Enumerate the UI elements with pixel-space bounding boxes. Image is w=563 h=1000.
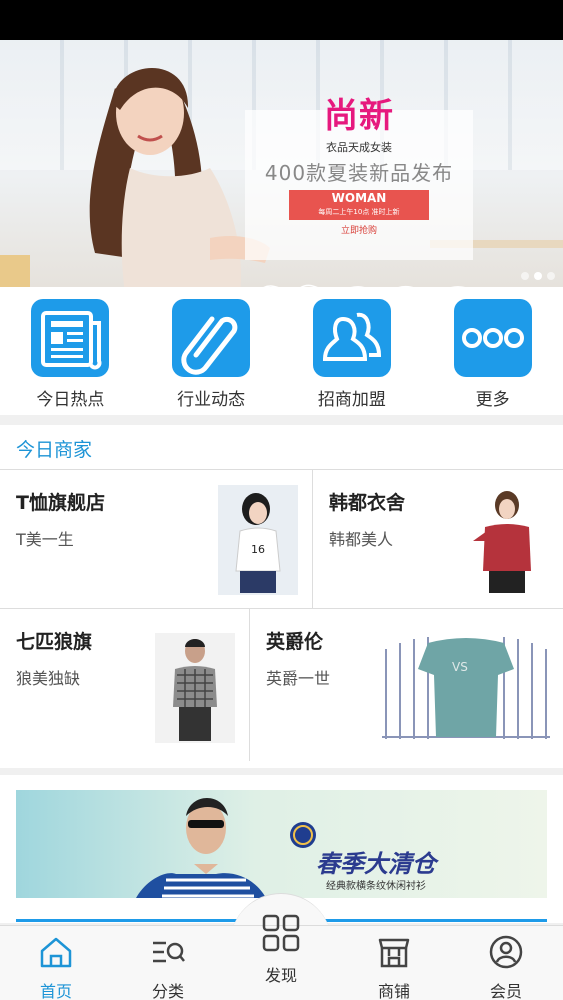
tab-label: 分类 [151, 982, 184, 1000]
promo-card: 尚新 衣品天成女装 400款夏装新品发布 WOMAN 每周二上午10点 准时上新… [245, 96, 473, 260]
promo-logo: 尚新 [324, 96, 394, 136]
quick-nav-label: 招商加盟 [317, 390, 386, 410]
tab-home[interactable]: 首页 [11, 926, 101, 1000]
merchant-card[interactable]: 英爵伦 英爵一世 VS [250, 609, 563, 761]
status-bar [0, 0, 563, 40]
promo-ad-image: 春季大清仓 经典款横条纹休闲衬衫 [16, 790, 547, 898]
tab-category[interactable]: 分类 [123, 926, 213, 1000]
home-icon [40, 937, 72, 968]
quick-nav-franchise[interactable]: 招商加盟 [282, 287, 423, 415]
more-dots-icon [453, 299, 532, 377]
banner-model-image [89, 68, 270, 287]
merchant-slogan: T美一生 [16, 530, 74, 549]
ad-subtitle: 经典款横条纹休闲衬衫 [326, 881, 426, 892]
promo-headline: 400款夏装新品发布 [264, 161, 454, 185]
merchant-image: VS [382, 629, 550, 744]
user-icon [489, 935, 523, 969]
tab-shop[interactable]: 商铺 [349, 926, 439, 1000]
carousel-dot[interactable] [521, 272, 529, 280]
merchant-name: 英爵伦 [266, 631, 324, 653]
category-search-icon [153, 941, 185, 963]
promo-badge-title: WOMAN [331, 191, 387, 205]
newspaper-icon [31, 299, 110, 377]
merchant-image [155, 633, 235, 743]
carousel-dot[interactable] [547, 272, 555, 280]
svg-text:16: 16 [251, 543, 265, 556]
merchant-slogan: 英爵一世 [266, 669, 331, 688]
banner-script-decoration [263, 284, 466, 287]
tab-discover[interactable]: 发现 [236, 898, 326, 986]
merchant-card[interactable]: T恤旗舰店 T美一生 16 [0, 470, 312, 608]
merchant-slogan: 狼美独缺 [16, 669, 81, 688]
merchants-section: 今日商家 T恤旗舰店 T美一生 16 韩都衣舍 韩都美人 七匹狼旗 狼美独缺 英… [0, 425, 563, 768]
ad-title: 春季大清仓 [316, 850, 436, 878]
carousel-dot-active[interactable] [534, 272, 542, 280]
quick-nav-label: 行业动态 [177, 390, 246, 410]
merchant-name: 韩都衣舍 [329, 492, 406, 514]
svg-text:VS: VS [452, 660, 468, 674]
merchant-card[interactable]: 七匹狼旗 狼美独缺 [0, 609, 249, 761]
quick-nav-industry-news[interactable]: 行业动态 [141, 287, 282, 415]
section-title: 今日商家 [16, 439, 93, 461]
promo-subtitle: 衣品天成女装 [326, 141, 392, 154]
carousel-indicator [521, 272, 555, 280]
merchant-name: T恤旗舰店 [16, 492, 105, 514]
users-icon [312, 299, 391, 377]
merchant-image: 16 [218, 485, 298, 595]
tab-bar: 首页 分类 发现 商铺 会员 [0, 914, 563, 1000]
merchant-card[interactable]: 韩都衣舍 韩都美人 [313, 470, 563, 608]
merchant-image [465, 485, 545, 595]
grid-icon [262, 914, 300, 952]
merchant-slogan: 韩都美人 [329, 530, 394, 549]
promo-badge: WOMAN 每周二上午10点 准时上新 [289, 190, 429, 220]
banner-carousel[interactable]: 尚新 衣品天成女装 400款夏装新品发布 WOMAN 每周二上午10点 准时上新… [0, 40, 563, 287]
banner-shelf [0, 255, 30, 287]
ad-model-image [136, 798, 266, 898]
ad-seal-icon [290, 822, 316, 848]
paperclip-icon [172, 299, 251, 377]
quick-nav-more[interactable]: 更多 [422, 287, 563, 415]
tab-label: 发现 [264, 966, 297, 985]
promo-badge-subtitle: 每周二上午10点 准时上新 [318, 208, 400, 216]
promo-cta-button[interactable]: 立即抢购 [245, 223, 473, 236]
tab-label: 会员 [489, 982, 522, 1000]
tab-member[interactable]: 会员 [461, 926, 551, 1000]
quick-nav-label: 更多 [475, 390, 510, 410]
shop-icon [378, 938, 410, 968]
merchant-name: 七匹狼旗 [16, 631, 93, 653]
tab-label: 商铺 [377, 982, 410, 1000]
quick-nav-label: 今日热点 [36, 390, 105, 410]
quick-nav-today-hot[interactable]: 今日热点 [0, 287, 141, 415]
quick-nav: 今日热点 行业动态 招商加盟 更多 [0, 287, 563, 415]
tab-label: 首页 [39, 982, 72, 1000]
